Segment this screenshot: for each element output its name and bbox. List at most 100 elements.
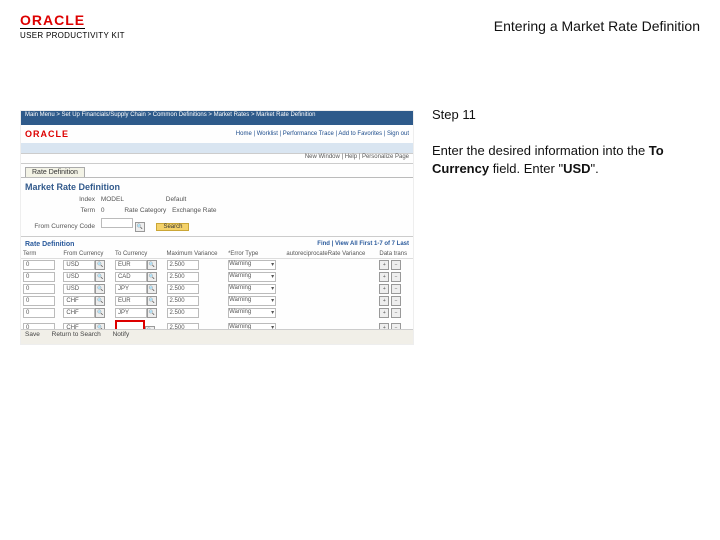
app-footer: Save Return to Search Notify [21,329,413,344]
to-cur-input[interactable]: JPY [115,284,147,294]
rates-heading-text: Rate Definition [25,241,74,248]
app-top-links[interactable]: Home | Worklist | Performance Trace | Ad… [236,131,409,137]
delete-row-icon[interactable]: − [391,272,401,282]
maxvar-input[interactable]: 2.500 [167,272,199,282]
add-row-icon[interactable]: + [379,260,389,270]
instruction-text: Enter the desired information into the T… [432,142,700,177]
term-input[interactable]: 0 [23,272,55,282]
table-row: 0USD🔍JPY🔍2.500Warning+ − [21,283,413,295]
app-screenshot: Main Menu > Set Up Financials/Supply Cha… [20,110,414,345]
from-cur-input[interactable]: CHF [63,296,95,306]
logo-sub: USER PRODUCTIVITY KIT [20,31,125,40]
to-cur-input[interactable]: EUR [115,296,147,306]
term-input[interactable]: 0 [23,296,55,306]
delete-row-icon[interactable]: − [391,260,401,270]
from-cur-label: From Currency Code [25,223,95,230]
breadcrumb: Main Menu > Set Up Financials/Supply Cha… [25,112,315,118]
save-button[interactable]: Save [25,331,40,338]
delete-row-icon[interactable]: − [391,308,401,318]
instr-mid: field. Enter " [489,161,563,176]
window-tools[interactable]: New Window | Help | Personalize Page [21,153,413,164]
maxvar-input[interactable]: 2.500 [167,308,199,318]
lookup-icon[interactable]: 🔍 [147,272,157,282]
maxvar-input[interactable]: 2.500 [167,260,199,270]
maxvar-input[interactable]: 2.500 [167,284,199,294]
errtype-dropdown[interactable]: Warning [228,272,276,282]
col-autorecip: autoreciprocateRate Variance [284,250,377,259]
add-row-icon[interactable]: + [379,308,389,318]
index-default: Default [166,196,187,203]
col-errtype: *Error Type [226,250,284,259]
return-button[interactable]: Return to Search [52,331,101,338]
table-row: 0USD🔍CAD🔍2.500Warning+ − [21,271,413,283]
term-label: Term [25,207,95,214]
index-value: MODEL [101,196,124,203]
app-brand-row: ORACLE Home | Worklist | Performance Tra… [21,125,413,143]
add-row-icon[interactable]: + [379,284,389,294]
lookup-icon[interactable]: 🔍 [95,260,105,270]
from-cur-input[interactable]: USD [63,272,95,282]
lookup-icon[interactable]: 🔍 [95,308,105,318]
tab-rate-definition[interactable]: Rate Definition [25,167,85,177]
oracle-logo: ORACLE USER PRODUCTIVITY KIT [20,12,125,40]
from-cur-input[interactable]: USD [63,260,95,270]
col-from: From Currency [61,250,113,259]
instr-value: USD [563,161,590,176]
errtype-dropdown[interactable]: Warning [228,284,276,294]
col-term: Term [21,250,61,259]
table-row: 0CHF🔍EUR🔍2.500Warning+ − [21,295,413,307]
rate-cat-value: Exchange Rate [172,207,216,214]
term-input[interactable]: 0 [23,260,55,270]
col-datatrans: Data trans [377,250,413,259]
lookup-icon[interactable]: 🔍 [95,272,105,282]
rate-cat-label: Rate Category [106,207,166,214]
section-title: Market Rate Definition [21,178,413,194]
term-input[interactable]: 0 [23,308,55,318]
delete-row-icon[interactable]: − [391,296,401,306]
row-term: Term 0 Rate Category Exchange Rate [21,205,413,216]
errtype-dropdown[interactable]: Warning [228,260,276,270]
instr-post: ". [591,161,599,176]
app-oracle-logo: ORACLE [25,129,69,139]
notify-button[interactable]: Notify [113,331,130,338]
col-to: To Currency [113,250,165,259]
table-row: 0CHF🔍JPY🔍2.500Warning+ − [21,307,413,319]
divider [21,236,413,237]
to-cur-input[interactable]: EUR [115,260,147,270]
page-title: Entering a Market Rate Definition [494,18,700,34]
breadcrumb-bar: Main Menu > Set Up Financials/Supply Cha… [21,111,413,125]
section: Market Rate Definition Index MODEL Defau… [21,177,413,345]
app-subnav [21,143,413,153]
row-from-cur: From Currency Code 🔍 Search [21,216,413,234]
from-cur-input[interactable]: USD [63,284,95,294]
index-label: Index [25,196,95,203]
lookup-icon[interactable]: 🔍 [147,260,157,270]
lookup-icon[interactable]: 🔍 [147,284,157,294]
instruction-panel: Step 11 Enter the desired information in… [432,107,700,177]
lookup-icon[interactable]: 🔍 [147,308,157,318]
errtype-dropdown[interactable]: Warning [228,308,276,318]
errtype-dropdown[interactable]: Warning [228,296,276,306]
from-cur-input[interactable]: CHF [63,308,95,318]
add-row-icon[interactable]: + [379,296,389,306]
delete-row-icon[interactable]: − [391,284,401,294]
lookup-icon[interactable]: 🔍 [147,296,157,306]
term-input[interactable]: 0 [23,284,55,294]
lookup-icon[interactable]: 🔍 [135,222,145,232]
maxvar-input[interactable]: 2.500 [167,296,199,306]
lookup-icon[interactable]: 🔍 [95,296,105,306]
search-button[interactable]: Search [156,223,189,231]
rates-controls[interactable]: Find | View All First 1-7 of 7 Last [317,241,409,247]
table-row: 0USD🔍EUR🔍2.500Warning+ − [21,259,413,272]
add-row-icon[interactable]: + [379,272,389,282]
from-cur-input[interactable] [101,218,133,228]
step-label: Step 11 [432,107,700,122]
term-value: 0 [101,207,105,214]
to-cur-input[interactable]: CAD [115,272,147,282]
rates-heading: Rate Definition Find | View All First 1-… [21,239,413,250]
doc-header: ORACLE USER PRODUCTIVITY KIT Entering a … [20,12,700,52]
row-index: Index MODEL Default [21,194,413,205]
to-cur-input[interactable]: JPY [115,308,147,318]
lookup-icon[interactable]: 🔍 [95,284,105,294]
instr-pre: Enter the desired information into the [432,143,649,158]
